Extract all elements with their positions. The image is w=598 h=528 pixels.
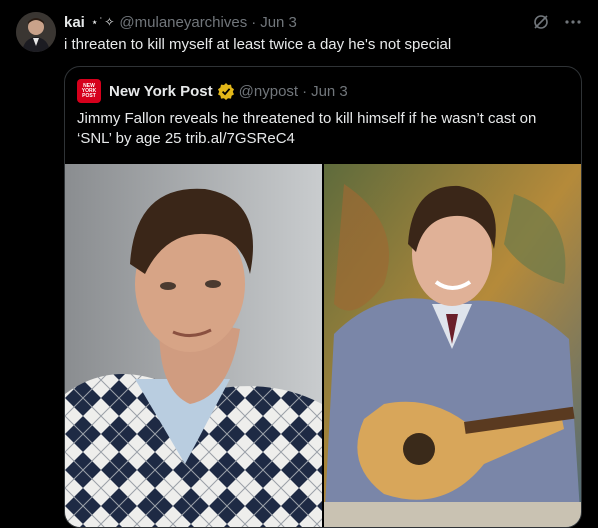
author-name[interactable]: kai	[64, 14, 85, 31]
quoted-text: Jimmy Fallon reveals he threatened to ki…	[77, 110, 537, 147]
more-icon[interactable]	[564, 13, 582, 31]
avatar[interactable]	[16, 12, 56, 52]
verified-badge-icon	[217, 82, 235, 100]
author-handle[interactable]: @mulaneyarchives	[119, 14, 247, 31]
tweet-text: i threaten to kill myself at least twice…	[64, 36, 452, 53]
quoted-author-name[interactable]: New York Post	[109, 83, 213, 100]
quoted-separator-dot: ·	[302, 82, 308, 100]
grok-icon[interactable]	[532, 13, 550, 31]
media-image-left[interactable]	[65, 164, 322, 527]
name-decoration: ⋆˙✧	[90, 15, 116, 29]
nypost-logo[interactable]: NEW YORK POST	[77, 79, 101, 103]
header-actions	[532, 13, 582, 31]
quoted-media	[65, 164, 581, 527]
quoted-author-handle[interactable]: @nypost	[239, 83, 298, 100]
separator-dot: ·	[251, 13, 257, 31]
media-image-right[interactable]	[324, 164, 581, 527]
tweet-date[interactable]: Jun 3	[260, 14, 297, 31]
quoted-tweet[interactable]: NEW YORK POST New York Post @nypost · Jun …	[64, 66, 582, 528]
tweet-header: kai ⋆˙✧ @mulaneyarchives · Jun 3	[64, 12, 582, 32]
tweet[interactable]: kai ⋆˙✧ @mulaneyarchives · Jun 3 i threa…	[0, 0, 598, 528]
quoted-date[interactable]: Jun 3	[311, 83, 348, 100]
quoted-header: NEW YORK POST New York Post @nypost · Jun …	[77, 79, 569, 103]
